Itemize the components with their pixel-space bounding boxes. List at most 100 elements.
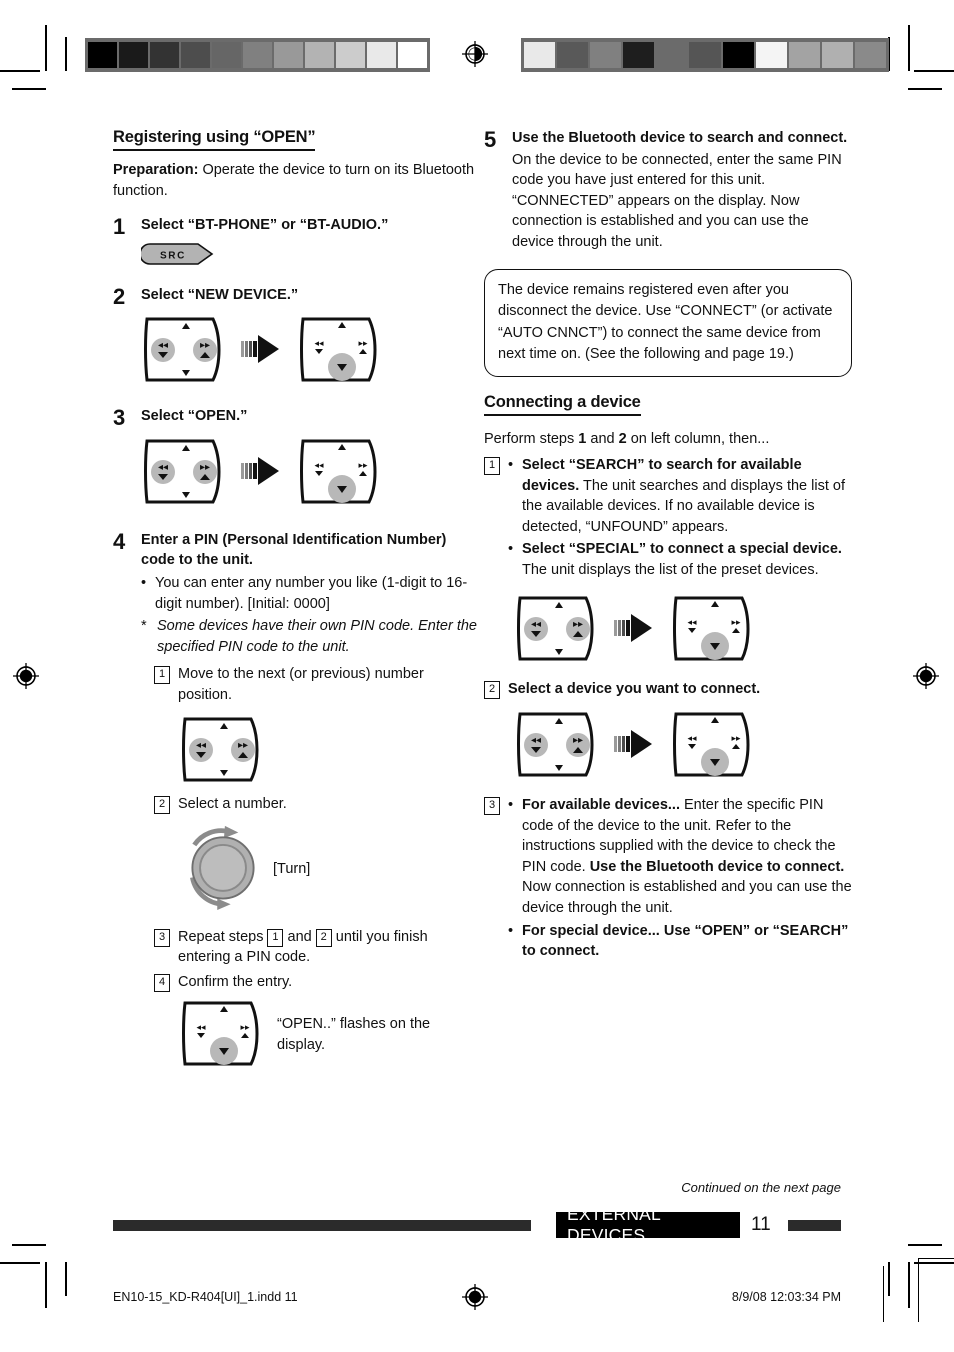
- bullet-dot-icon: •: [508, 922, 514, 939]
- substep-3-box: 3: [154, 927, 170, 968]
- crop-mark-tl-h: [0, 70, 40, 72]
- substep-3-ref-b: 2: [315, 928, 332, 947]
- step-2-heading: Select “NEW DEVICE.”: [141, 286, 299, 303]
- src-button[interactable]: SRC: [141, 242, 481, 265]
- step-4-bullet: • You can enter any number you like (1-d…: [141, 573, 481, 614]
- substep-1-panel[interactable]: ◂◂ ▸▸: [179, 714, 481, 784]
- section-title-registering: Registering using “OPEN”: [113, 128, 316, 151]
- connect-step-1: 1 • Select “SEARCH” to search for availa…: [484, 455, 852, 580]
- svg-text:◂◂: ◂◂: [196, 740, 206, 751]
- substep-3-ref-a: 1: [267, 928, 284, 947]
- manual-page: Registering using “OPEN” Preparation: Op…: [0, 0, 954, 1352]
- connect-step-3-bullet-1: • For available devices... Enter the spe…: [508, 795, 852, 918]
- asterisk-icon: *: [141, 618, 147, 635]
- substep-2-number: 2: [154, 795, 170, 814]
- svg-text:▸▸: ▸▸: [573, 735, 583, 746]
- connect-step-2: 2 Select a device you want to connect.: [484, 679, 852, 700]
- substep-2-box: 2: [154, 794, 170, 815]
- rotary-knob-icon[interactable]: [179, 822, 267, 917]
- footer-rule-long: [113, 1220, 531, 1231]
- svg-text:◂◂: ◂◂: [531, 619, 541, 630]
- flash-note: “OPEN..” flashes on the display.: [277, 1016, 431, 1053]
- gray-swatch-10: [398, 42, 427, 68]
- connect-step-1-body: • Select “SEARCH” to search for availabl…: [508, 455, 852, 580]
- control-panel-enter[interactable]: ◂◂ ▸▸: [297, 314, 383, 384]
- connect-step-3: 3 • For available devices... Enter the s…: [484, 795, 852, 962]
- registration-target-icon-right: [913, 663, 939, 689]
- step-2-body: Select “NEW DEVICE.” ◂◂ ▸▸ ◂◂ ▸▸: [141, 285, 481, 385]
- control-panel-enter[interactable]: ◂◂ ▸▸: [670, 709, 756, 779]
- gray-swatch-1: [119, 42, 148, 68]
- note-box: The device remains registered even after…: [484, 269, 852, 377]
- gray-swatch-8: [788, 42, 820, 68]
- gray-swatch-10: [854, 42, 887, 68]
- arrow-right-icon: [614, 726, 656, 762]
- knob-label: [Turn]: [273, 861, 311, 878]
- svg-text:▸▸: ▸▸: [200, 462, 210, 473]
- connect-step-3-bullet-2-bold: For special device...: [522, 922, 660, 939]
- svg-text:▸▸: ▸▸: [731, 617, 741, 627]
- gray-swatch-3: [623, 42, 655, 68]
- step-1-heading: Select “BT-PHONE” or “BT-AUDIO.”: [141, 217, 389, 234]
- step-2-number: 2: [113, 283, 125, 309]
- connect-step-2-heading: Select a device you want to connect.: [508, 680, 761, 697]
- substep-1-text: Move to the next (or previous) number po…: [178, 666, 424, 703]
- step-1: 1 Select “BT-PHONE” or “BT-AUDIO.” SRC: [113, 215, 481, 265]
- footer-rule-short: [788, 1220, 841, 1231]
- control-panel-updown[interactable]: ◂◂ ▸▸: [141, 436, 227, 506]
- bullet-dot-icon: •: [508, 541, 514, 558]
- perform-text-c: on left column, then...: [626, 430, 770, 447]
- footer-bar: EXTERNAL DEVICES 11: [113, 1204, 841, 1245]
- gray-swatch-2: [150, 42, 179, 68]
- svg-text:▸▸: ▸▸: [573, 619, 583, 630]
- connect-step-1-bullet-2-body: The unit displays the list of the preset…: [522, 562, 819, 578]
- control-panel-enter[interactable]: ◂◂ ▸▸: [670, 593, 756, 663]
- svg-text:◂◂: ◂◂: [314, 460, 324, 470]
- preparation-label: Preparation:: [113, 162, 199, 178]
- control-panel-updown[interactable]: ◂◂ ▸▸: [141, 314, 227, 384]
- connect-step-3-body: • For available devices... Enter the spe…: [508, 795, 852, 962]
- substep-3-text: Repeat steps 1 and 2 until you finish en…: [178, 927, 481, 968]
- gray-swatch-6: [722, 42, 754, 68]
- crop-mark-tl2-v: [65, 37, 67, 71]
- registration-target-icon-bottom: [462, 1284, 488, 1310]
- substep-3-number: 3: [154, 928, 170, 947]
- gray-wedge-left: [85, 38, 430, 72]
- left-column: Registering using “OPEN” Preparation: Op…: [113, 128, 481, 1068]
- connect-step-1-bullet-1: • Select “SEARCH” to search for availabl…: [508, 455, 852, 537]
- step-2-panel-sequence: ◂◂ ▸▸ ◂◂ ▸▸: [141, 314, 481, 384]
- crop-mark-br-v: [908, 1262, 910, 1308]
- control-panel-updown[interactable]: ◂◂ ▸▸: [514, 709, 600, 779]
- trim-rule-right-inner: [883, 1266, 885, 1322]
- substep-4-panel-row: ◂◂ ▸▸ “OPEN..” flashes on the display.: [179, 998, 481, 1068]
- svg-text:▸▸: ▸▸: [238, 740, 248, 751]
- step-4-body: Enter a PIN (Personal Identification Num…: [141, 530, 481, 1069]
- svg-text:◂◂: ◂◂: [687, 617, 697, 627]
- crop-mark-tl-v: [45, 25, 47, 71]
- control-panel-enter[interactable]: ◂◂ ▸▸: [179, 998, 265, 1068]
- connect-step-3-bold-2: Use the Bluetooth device to connect.: [589, 858, 845, 875]
- step-3-panel-sequence: ◂◂ ▸▸ ◂◂ ▸▸: [141, 436, 481, 506]
- connect-step-3-bullet-1-bold: For available devices...: [522, 797, 680, 814]
- svg-text:▸▸: ▸▸: [240, 1022, 250, 1032]
- substep-2: 2 Select a number.: [141, 794, 481, 815]
- gray-swatch-3: [181, 42, 210, 68]
- connect-step-2-box: 2: [484, 679, 500, 700]
- crop-mark-br-h: [914, 1262, 954, 1264]
- substep-2-text: Select a number.: [178, 795, 287, 812]
- svg-text:▸▸: ▸▸: [358, 460, 368, 470]
- connect-step-1-panel-sequence: ◂◂ ▸▸ ◂◂ ▸▸: [514, 593, 852, 663]
- control-panel-updown[interactable]: ◂◂ ▸▸: [514, 593, 600, 663]
- svg-text:◂◂: ◂◂: [531, 735, 541, 746]
- print-footer-file: EN10-15_KD-R404[UI]_1.indd 11: [113, 1290, 298, 1304]
- substep-4-text: Confirm the entry.: [178, 973, 293, 990]
- svg-text:▸▸: ▸▸: [731, 733, 741, 743]
- arrow-right-icon: [614, 610, 656, 646]
- crop-mark-tl2-h: [12, 88, 46, 90]
- crop-mark-tr-h: [914, 70, 954, 72]
- connect-step-3-number: 3: [484, 797, 500, 816]
- right-column: 5 Use the Bluetooth device to search and…: [484, 128, 852, 962]
- continued-note: Continued on the next page: [681, 1180, 841, 1195]
- crop-mark-br2-h: [908, 1244, 942, 1246]
- control-panel-enter[interactable]: ◂◂ ▸▸: [297, 436, 383, 506]
